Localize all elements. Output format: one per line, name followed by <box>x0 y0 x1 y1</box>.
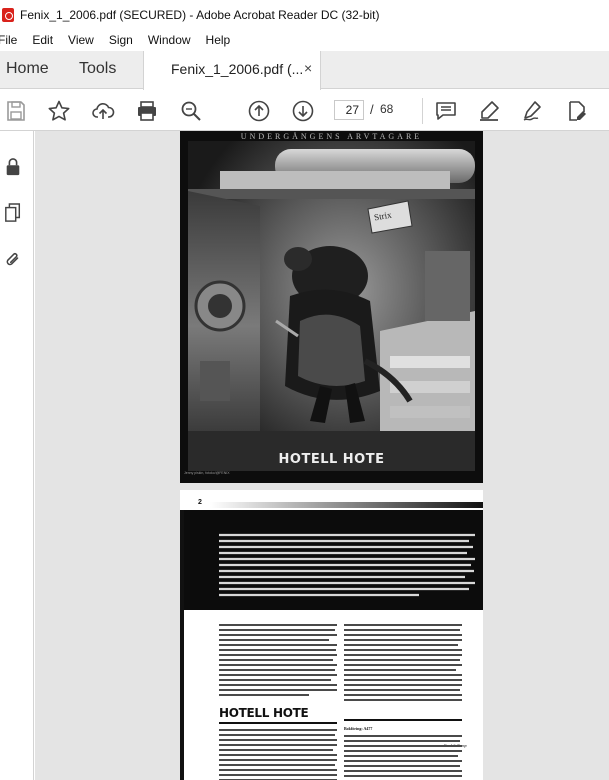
cloud-upload-icon[interactable] <box>90 98 116 124</box>
page-up-icon[interactable] <box>246 98 272 124</box>
intro-text-block <box>219 533 475 597</box>
close-tab-icon[interactable]: × <box>304 60 312 76</box>
document-view[interactable]: UNDERGÅNGENS ARVTAGARE Strix HOTELL HOTE… <box>35 131 609 780</box>
comment-icon[interactable] <box>433 98 459 124</box>
menu-edit[interactable]: Edit <box>32 33 53 47</box>
highlight-pen-icon[interactable] <box>476 98 502 124</box>
body-column-left-bottom <box>219 729 337 780</box>
zoom-search-icon[interactable] <box>178 98 204 124</box>
page-separator: / <box>370 102 374 117</box>
edit-pdf-icon[interactable] <box>564 98 590 124</box>
toolbar: 27 / 68 <box>0 90 609 131</box>
acrobat-logo-icon <box>2 7 14 22</box>
bookmark-star-icon[interactable] <box>46 98 72 124</box>
page-down-icon[interactable] <box>290 98 316 124</box>
cover-series-heading: UNDERGÅNGENS ARVTAGARE <box>240 132 423 141</box>
fill-sign-icon[interactable] <box>520 98 546 124</box>
article-subhead: Bokföring: A477 <box>344 726 373 731</box>
tab-bar: Home Tools Fenix_1_2006.pdf (... × <box>0 51 609 90</box>
save-icon[interactable] <box>3 98 29 124</box>
cover-illustration <box>180 131 483 483</box>
current-page-input[interactable]: 27 <box>334 100 364 120</box>
menu-sign[interactable]: Sign <box>109 33 133 47</box>
attachment-icon[interactable] <box>3 247 23 271</box>
tab-home[interactable]: Home <box>6 60 49 78</box>
page-margin-stripe <box>180 510 184 780</box>
page-number: 2 <box>198 499 202 506</box>
pdf-page-cover: UNDERGÅNGENS ARVTAGARE Strix HOTELL HOTE… <box>180 131 483 483</box>
tab-tools[interactable]: Tools <box>79 60 116 78</box>
print-icon[interactable] <box>134 98 160 124</box>
page-header-rule <box>210 502 483 508</box>
toolbar-divider <box>422 98 423 124</box>
title-bar: Fenix_1_2006.pdf (SECURED) - Adobe Acrob… <box>0 0 609 29</box>
menu-bar: File Edit View Sign Window Help <box>0 29 609 51</box>
menu-file[interactable]: File <box>0 33 17 47</box>
column-rule <box>344 719 462 721</box>
pages-icon[interactable] <box>3 201 23 225</box>
menu-window[interactable]: Window <box>148 33 191 47</box>
window-title: Fenix_1_2006.pdf (SECURED) - Adobe Acrob… <box>20 7 380 22</box>
lock-icon[interactable] <box>3 155 23 179</box>
tab-document[interactable]: Fenix_1_2006.pdf (... × <box>143 51 321 90</box>
menu-help[interactable]: Help <box>206 33 231 47</box>
body-column-right-top <box>344 624 462 701</box>
tab-document-label: Fenix_1_2006.pdf (... <box>171 61 304 77</box>
cover-title: HOTELL HOTE <box>278 452 385 467</box>
heading-rule <box>219 722 337 724</box>
article-heading: HOTELL HOTE <box>219 706 309 720</box>
left-navigation-rail <box>0 131 34 780</box>
cover-credit: Jenny piskin, fotoko/@FENIX <box>184 471 230 475</box>
pdf-page-article: 2 HOTELL HOTE Bokföring: A477 <box>180 490 483 780</box>
menu-view[interactable]: View <box>68 33 94 47</box>
body-column-right-bottom <box>344 735 462 777</box>
total-pages: 68 <box>380 102 394 116</box>
body-column-left-top <box>219 624 337 696</box>
